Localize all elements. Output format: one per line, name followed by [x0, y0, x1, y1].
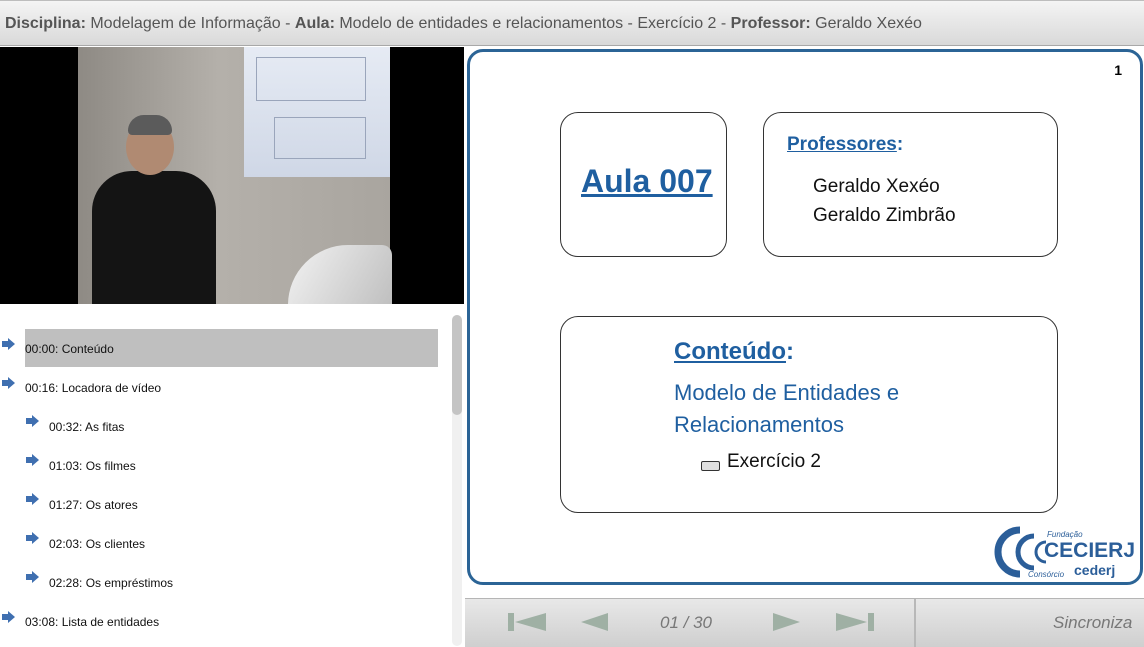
conteudo-colon: : [785, 338, 794, 365]
arrow-right-icon [26, 532, 39, 544]
projected-box [256, 57, 366, 101]
controls-divider [914, 599, 916, 647]
conteudo-box: Conteúdo: Modelo de Entidades e Relacion… [560, 316, 1058, 513]
next-slide-icon[interactable] [772, 611, 802, 633]
slide-page-number: 1 [1114, 62, 1122, 78]
toc-item-label: 01:03: Os filmes [49, 459, 136, 473]
conteudo-line: Relacionamentos [674, 412, 844, 437]
last-slide-icon[interactable] [835, 611, 875, 633]
professor-label: Professor: [730, 15, 811, 32]
disciplina-value: Modelagem de Informação - [85, 15, 295, 32]
arrow-right-icon [2, 611, 15, 623]
conteudo-title-text: Conteúdo [674, 338, 786, 365]
professor-name: Geraldo Zimbrão [813, 205, 956, 226]
first-slide-icon[interactable] [507, 611, 547, 633]
toc-item[interactable]: 00:16: Locadora de vídeo [0, 368, 445, 406]
aula-label: Aula: [294, 15, 335, 32]
arrow-right-icon [26, 571, 39, 583]
professor-name: Geraldo Xexéo [813, 176, 940, 197]
toc-item-label: 02:03: Os clientes [49, 537, 146, 551]
professores-title: Professores: [787, 134, 903, 156]
professores-box: Professores: Geraldo Xexéo Geraldo Zimbr… [763, 112, 1058, 257]
toc-scrollbar[interactable] [452, 315, 462, 646]
presenter-body [92, 171, 216, 304]
professores-title-text: Professores [787, 134, 897, 155]
toc-item-label: 00:16: Locadora de vídeo [25, 381, 162, 395]
logo-fundacao: Fundação [1047, 530, 1083, 539]
page-counter: 01 / 30 [660, 613, 712, 632]
logo-cecierj: CECIERJ [1044, 539, 1136, 562]
video-player[interactable] [0, 47, 464, 304]
logo-consorcio: Consórcio [1028, 570, 1065, 579]
cecierj-logo: Fundação CECIERJ Consórcio cederj [990, 522, 1135, 582]
arrow-right-icon [2, 377, 15, 389]
toc-item-label: 01:27: Os atores [49, 498, 138, 512]
toc-item[interactable]: 01:03: Os filmes [0, 446, 445, 484]
arrow-right-icon [26, 415, 39, 427]
slide-area: 1 Aula 007 Professores: Geraldo Xexéo Ge… [465, 47, 1144, 598]
slide: 1 Aula 007 Professores: Geraldo Xexéo Ge… [467, 49, 1143, 585]
toc-item[interactable]: 02:03: Os clientes [0, 524, 445, 562]
toc-scroll-thumb[interactable] [452, 315, 462, 415]
professores-colon: : [896, 134, 904, 155]
toc-item[interactable]: 03:08: Lista de entidades [0, 602, 445, 640]
arrow-right-icon [26, 454, 39, 466]
toc-item[interactable]: 00:00: Conteúdo [0, 329, 445, 367]
slide-controls: 01 / 30 Sincroniza [465, 598, 1144, 647]
bullet-icon [701, 461, 720, 471]
toc-item-label: 03:08: Lista de entidades [25, 615, 160, 629]
arrow-right-icon [26, 493, 39, 505]
logo-cederj: cederj [1074, 562, 1116, 578]
toc-item[interactable]: 02:28: Os empréstimos [0, 563, 445, 601]
conteudo-line: Modelo de Entidades e [674, 380, 900, 405]
toc-item-label: 00:00: Conteúdo [25, 342, 114, 356]
previous-slide-icon[interactable] [580, 611, 610, 633]
toc-item[interactable]: 01:27: Os atores [0, 485, 445, 523]
projected-box [274, 117, 366, 159]
toc-item-label: 02:28: Os empréstimos [49, 576, 174, 590]
aula-title: Aula 007 [581, 163, 713, 199]
header-bar: Disciplina: Modelagem de Informação - Au… [0, 0, 1144, 46]
sync-toggle[interactable]: Sincroniza [1053, 613, 1132, 633]
toc-item[interactable]: 00:32: As fitas [0, 407, 445, 445]
toc-item-label: 00:32: As fitas [49, 420, 125, 434]
aula-box: Aula 007 [560, 112, 727, 257]
chapter-list: 00:00: Conteúdo 00:16: Locadora de vídeo 0… [0, 305, 464, 646]
arrow-right-icon [2, 338, 15, 350]
aula-value: Modelo de entidades e relacionamentos - … [334, 15, 731, 32]
conteudo-title: Conteúdo: [674, 338, 794, 366]
disciplina-label: Disciplina: [5, 15, 86, 32]
conteudo-subitem: Exercício 2 [727, 451, 821, 472]
presenter-hair [128, 115, 172, 135]
course-title: Disciplina: Modelagem de Informação - Au… [5, 15, 922, 33]
projection-screen [244, 47, 390, 177]
professor-value: Geraldo Xexéo [810, 15, 922, 32]
